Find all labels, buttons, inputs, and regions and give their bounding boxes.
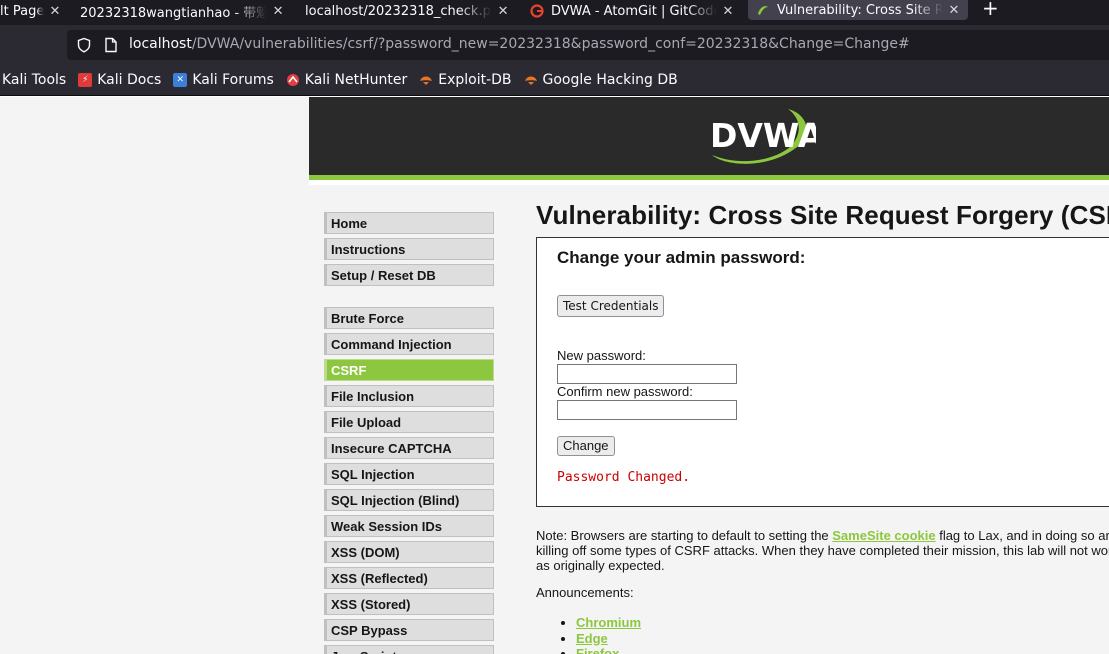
bookmark-kali-forums[interactable]: ✕ Kali Forums [173,72,274,88]
url-bar[interactable]: localhost/DVWA/vulnerabilities/csrf/?pas… [67,30,1109,60]
bookmark-label: Kali Forums [192,72,274,88]
menu-item-csrf[interactable]: CSRF [324,359,494,381]
firefox-link[interactable]: Firefox [576,646,619,654]
main-area: Home Instructions Setup / Reset DB Brute… [309,185,1109,654]
page-background [0,97,309,654]
list-item: Firefox [576,646,641,654]
menu-item-instructions[interactable]: Instructions [324,238,494,260]
close-icon[interactable]: ✕ [721,4,735,19]
menu-item-brute-force[interactable]: Brute Force [324,307,494,329]
menu-item-xss-reflected[interactable]: XSS (Reflected) [324,567,494,589]
ghdb-icon [524,73,538,87]
kali-forums-icon: ✕ [173,73,188,87]
menu-item-xss-stored[interactable]: XSS (Stored) [324,593,494,615]
tab-gitee[interactable]: 20232318wangtianhao - 带魁 ✕ [80,0,285,22]
list-item: Chromium [576,615,641,631]
tab-check-php[interactable]: localhost/20232318_check.ph ✕ [305,0,510,22]
new-password-input[interactable] [557,364,737,384]
change-button[interactable]: Change [557,436,615,456]
chromium-link[interactable]: Chromium [576,615,641,630]
kali-docs-icon: ⚡ [78,73,93,87]
tab-title: lt Page [0,3,44,19]
bookmark-label: Kali Docs [97,72,162,88]
new-password-label: New password: [557,348,646,363]
page-title: Vulnerability: Cross Site Request Forger… [536,200,1109,230]
url-host: localhost [129,36,192,52]
close-icon[interactable]: ✕ [48,4,62,19]
form-heading: Change your admin password: [557,248,806,267]
close-icon[interactable]: ✕ [496,4,510,19]
page-icon[interactable] [104,37,118,53]
tab-title: Vulnerability: Cross Site Request Forger… [777,2,943,18]
exploit-db-icon [419,73,433,87]
menu-item-csp-bypass[interactable]: CSP Bypass [324,619,494,641]
logo-text: DVWA [710,116,816,155]
tab-title: DVWA - AtomGit | GitCode [551,3,717,19]
url-text[interactable]: localhost/DVWA/vulnerabilities/csrf/?pas… [129,36,910,52]
menu-item-home[interactable]: Home [324,212,494,234]
menu-item-xss-dom[interactable]: XSS (DOM) [324,541,494,563]
close-icon[interactable]: ✕ [947,3,961,18]
shield-icon[interactable] [76,37,92,53]
dvwa-logo: DVWA [710,109,816,164]
url-path: /DVWA/vulnerabilities/csrf/?password_new… [191,36,910,52]
page-viewport: DVWA Home Instructions Setup / Reset DB … [0,97,1109,654]
bookmark-label: Kali NetHunter [304,72,408,88]
tab-default-page[interactable]: lt Page ✕ [0,0,62,22]
menu-item-file-inclusion[interactable]: File Inclusion [324,385,494,407]
close-icon[interactable]: ✕ [271,4,285,19]
gitcode-icon [530,4,544,18]
menu-item-setup-reset-db[interactable]: Setup / Reset DB [324,264,494,286]
dvwa-favicon-icon [756,3,770,17]
tab-csrf-active[interactable]: Vulnerability: Cross Site Request Forger… [748,0,968,20]
list-item: Edge [576,631,641,647]
tab-strip: lt Page ✕ 20232318wangtianhao - 带魁 ✕ loc… [0,0,1109,25]
test-credentials-button[interactable]: Test Credentials [557,295,665,317]
edge-link[interactable]: Edge [576,631,608,646]
menu-item-sql-injection[interactable]: SQL Injection [324,463,494,485]
nav-bar: localhost/DVWA/vulnerabilities/csrf/?pas… [0,25,1109,65]
vulnerable-code-area: Change your admin password: Test Credent… [536,237,1109,507]
tab-title: 20232318wangtianhao - 带魁 [80,5,268,21]
menu-item-command-injection[interactable]: Command Injection [324,333,494,355]
bookmark-exploit-db[interactable]: Exploit-DB [419,72,512,88]
menu-item-insecure-captcha[interactable]: Insecure CAPTCHA [324,437,494,459]
announcements-list: Chromium Edge Firefox [576,615,641,654]
nethunter-icon [286,73,300,87]
bookmark-kali-docs[interactable]: ⚡ Kali Docs [78,72,161,88]
bookmark-label: Exploit-DB [438,72,512,88]
menu-item-file-upload[interactable]: File Upload [324,411,494,433]
bookmark-label: Kali Tools [2,72,67,88]
confirm-password-input[interactable] [557,400,737,420]
menu-item-sql-injection-blind[interactable]: SQL Injection (Blind) [324,489,494,511]
menu-item-javascript[interactable]: JavaScript [324,645,494,654]
samesite-cookie-link[interactable]: SameSite cookie [832,528,935,543]
note-prefix: Note: Browsers are starting to default t… [536,528,833,543]
tab-title: localhost/20232318_check.ph [305,3,493,19]
announcements-label: Announcements: [536,585,634,600]
dvwa-header: DVWA [309,97,1109,180]
confirm-password-label: Confirm new password: [557,384,693,399]
menu-item-weak-session-ids[interactable]: Weak Session IDs [324,515,494,537]
result-message: Password Changed. [557,470,691,485]
bookmark-ghdb[interactable]: Google Hacking DB [524,72,678,88]
bookmark-kali-tools[interactable]: Kali Tools [2,72,66,88]
new-tab-button[interactable]: + [982,0,999,20]
bookmarks-toolbar: Kali Tools ⚡ Kali Docs ✕ Kali Forums Kal… [0,65,1109,96]
menu-separator [324,290,494,307]
bookmark-label: Google Hacking DB [542,72,678,88]
bookmark-kali-nethunter[interactable]: Kali NetHunter [286,72,407,88]
tab-gitcode[interactable]: DVWA - AtomGit | GitCode ✕ [530,0,735,22]
sidebar-menu: Home Instructions Setup / Reset DB Brute… [324,212,494,654]
samesite-note: Note: Browsers are starting to default t… [536,528,1109,573]
